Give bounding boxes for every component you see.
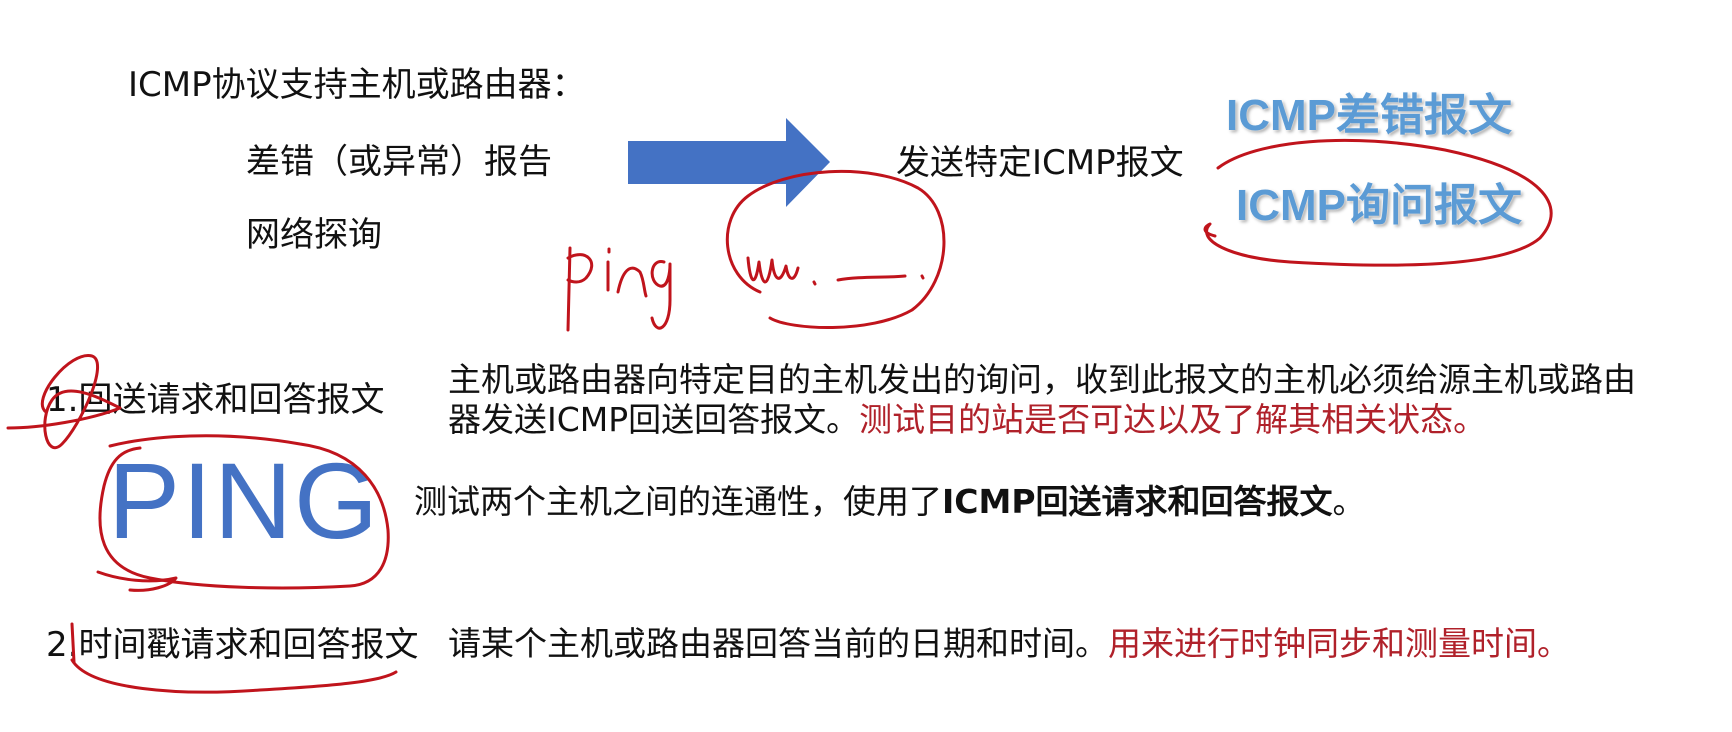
ping-desc-plain: 测试两个主机之间的连通性，使用了 xyxy=(414,482,942,521)
ping-desc-end: 。 xyxy=(1332,482,1366,521)
icmp-query-message-title: ICMP询问报文 xyxy=(1236,181,1522,230)
handwritten-www xyxy=(746,256,925,286)
ping-desc-bold: ICMP回送请求和回答报文 xyxy=(942,482,1333,521)
ping-description: 测试两个主机之间的连通性，使用了ICMP回送请求和回答报文。 xyxy=(414,482,1366,522)
section1-desc-line2: 器发送ICMP回送回答报文。测试目的站是否可达以及了解其相关状态。 xyxy=(448,400,1708,440)
ping-word: PING xyxy=(108,440,381,561)
section2-desc-red: 用来进行时钟同步和测量时间。 xyxy=(1108,624,1570,663)
section1-desc-line2-red: 测试目的站是否可达以及了解其相关状态。 xyxy=(859,400,1487,439)
section1-desc-line1: 主机或路由器向特定目的主机发出的询问，收到此报文的主机必须给源主机或路由 xyxy=(448,360,1636,399)
section2-description: 请某个主机或路由器回答当前的日期和时间。用来进行时钟同步和测量时间。 xyxy=(448,624,1570,664)
intro-item-network-probe: 网络探询 xyxy=(246,215,382,255)
handwritten-ping xyxy=(566,246,672,332)
section1-description: 主机或路由器向特定目的主机发出的询问，收到此报文的主机必须给源主机或路由 器发送… xyxy=(448,360,1708,440)
section1-title: 1.回送请求和回答报文 xyxy=(46,380,385,420)
section1-desc-line2-black: 器发送ICMP回送回答报文。 xyxy=(448,400,860,439)
icmp-error-message-title: ICMP差错报文 xyxy=(1226,91,1512,140)
intro-result: 发送特定ICMP报文 xyxy=(896,143,1184,183)
section2-desc-black: 请某个主机或路由器回答当前的日期和时间。 xyxy=(448,624,1108,663)
www-circle xyxy=(725,169,946,330)
intro-heading: ICMP协议支持主机或路由器： xyxy=(128,65,586,105)
ping-circle-tail xyxy=(96,570,178,592)
intro-item-error-report: 差错（或异常）报告 xyxy=(246,142,552,182)
section2-title: 2.时间戳请求和回答报文 xyxy=(46,625,419,665)
